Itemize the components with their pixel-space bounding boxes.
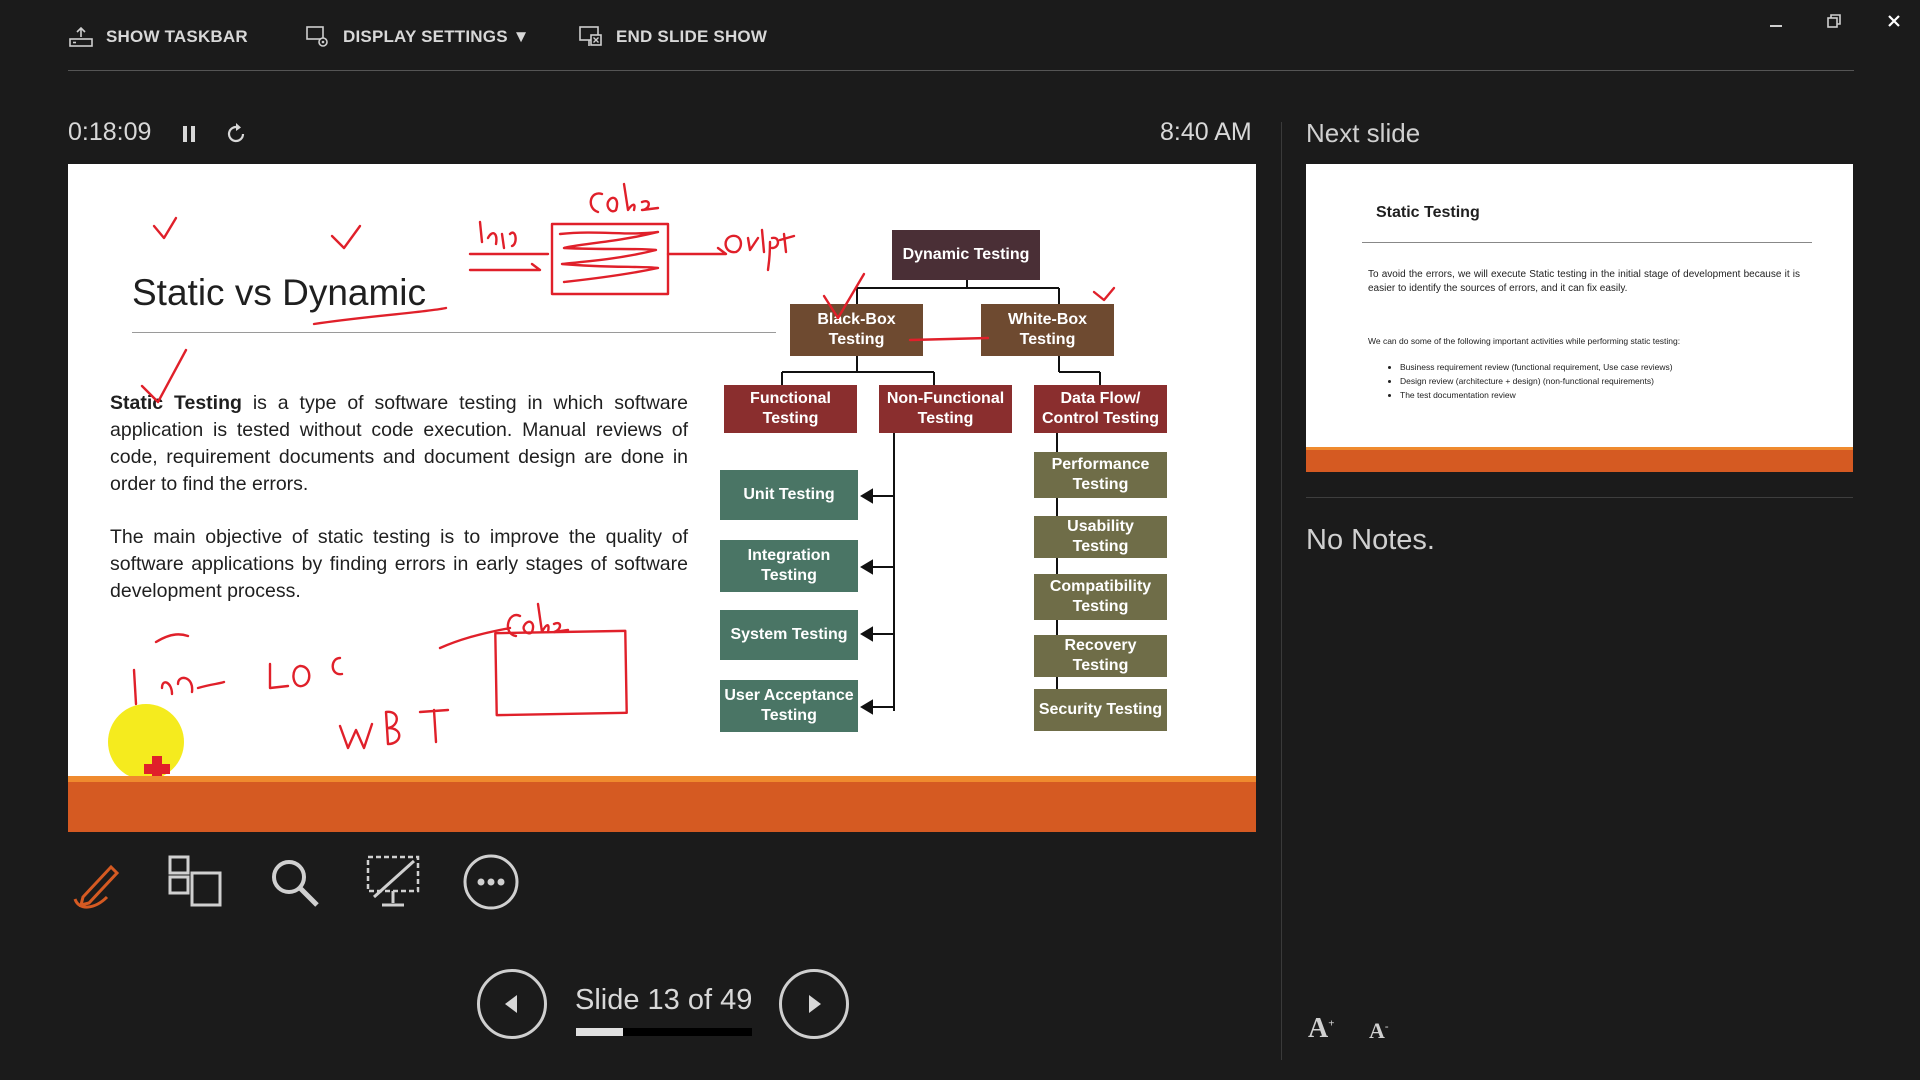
non-functional-testing-box: Non-Functional Testing (879, 385, 1012, 433)
font-decrease-icon: A- (1369, 1018, 1389, 1043)
slide-progress-fill (576, 1028, 623, 1036)
slide-counter[interactable]: Slide 13 of 49 (575, 984, 752, 1017)
show-taskbar-button[interactable]: SHOW TASKBAR (68, 22, 248, 52)
pen-icon (73, 864, 120, 909)
screen-off-icon (366, 855, 420, 907)
restore-icon (1827, 14, 1841, 28)
see-all-slides-button[interactable] (165, 852, 225, 912)
list-item: Business requirement review (functional … (1400, 360, 1673, 374)
zoom-button[interactable] (264, 852, 324, 912)
toolbar-divider (68, 70, 1854, 71)
magnifier-icon (272, 860, 319, 907)
speaker-notes: No Notes. (1306, 524, 1435, 556)
restore-button[interactable] (1816, 8, 1852, 34)
code-bottom-handwriting (438, 602, 570, 650)
next-slide-title: Static Testing (1376, 204, 1480, 221)
display-settings-icon (306, 26, 328, 47)
code-top-handwriting (589, 182, 660, 214)
taskbar-icon (69, 26, 93, 47)
laser-pointer (108, 704, 184, 782)
font-increase-icon: A+ (1308, 1013, 1335, 1044)
close-icon (1888, 15, 1900, 27)
data-flow-testing-box: Data Flow/ Control Testing (1034, 385, 1167, 433)
input-handwriting (478, 220, 517, 250)
functional-testing-box: Functional Testing (724, 385, 857, 433)
slide-paragraph-2: The main objective of static testing is … (110, 526, 688, 602)
integration-testing-box: Integration Testing (720, 540, 858, 592)
more-options-button[interactable] (461, 852, 521, 912)
pen-tool-button[interactable] (68, 852, 128, 912)
code-box-bottom (494, 629, 628, 717)
pause-timer-button[interactable] (175, 120, 203, 148)
increase-font-button[interactable]: A+ (1308, 1013, 1335, 1045)
end-show-icon (579, 26, 602, 46)
minimize-button[interactable] (1758, 8, 1794, 34)
display-settings-label: DISPLAY SETTINGS ▼ (343, 27, 530, 46)
code-scribble (558, 230, 660, 284)
previous-slide-button[interactable] (477, 969, 547, 1039)
recovery-testing-box: Recovery Testing (1034, 635, 1167, 677)
compatibility-testing-box: Compatibility Testing (1034, 574, 1167, 620)
grid-icon (168, 855, 222, 907)
previous-arrow-icon (505, 995, 517, 1013)
slide-paragraph-1: Static Testing is a type of software tes… (110, 390, 688, 498)
unit-testing-box: Unit Testing (720, 470, 858, 520)
diagram-connectors (781, 280, 1101, 717)
next-slide-text-1: To avoid the errors, we will execute Sta… (1368, 269, 1800, 294)
end-slide-show-label: END SLIDE SHOW (616, 27, 768, 46)
code-box-top (550, 222, 670, 296)
security-testing-box: Security Testing (1034, 689, 1167, 731)
notes-divider (1306, 497, 1853, 498)
more-icon (463, 854, 519, 910)
pane-divider (1281, 122, 1282, 1060)
output-arrow (666, 246, 728, 256)
pause-icon (183, 126, 195, 142)
output-handwriting (724, 228, 796, 272)
check-mark (330, 224, 362, 250)
pen-annotations (108, 182, 1116, 782)
next-slide-label: Next slide (1306, 118, 1421, 148)
list-item: Design review (architecture + design) (n… (1400, 374, 1673, 388)
black-screen-button[interactable] (363, 852, 423, 912)
system-testing-box: System Testing (720, 610, 858, 660)
reset-timer-button[interactable] (222, 120, 250, 148)
minimize-icon (1770, 25, 1782, 27)
check-mark (152, 216, 178, 240)
input-arrow (468, 252, 550, 272)
list-item: The test documentation review (1400, 388, 1673, 402)
slide-footer-band (68, 782, 1256, 832)
display-settings-button[interactable]: DISPLAY SETTINGS ▼ (305, 22, 530, 52)
close-button[interactable] (1876, 8, 1912, 34)
wbt-handwriting (338, 708, 450, 750)
usability-testing-box: Usability Testing (1034, 516, 1167, 558)
slide-title: Static vs Dynamic (132, 272, 427, 313)
next-slide-footer-band (1306, 450, 1853, 472)
next-slide-preview[interactable]: Static Testing To avoid the errors, we w… (1306, 164, 1853, 472)
performance-testing-box: Performance Testing (1034, 452, 1167, 498)
white-box-testing-box: White-Box Testing (981, 304, 1114, 356)
next-slide-button[interactable] (779, 969, 849, 1039)
user-acceptance-testing-box: User Acceptance Testing (720, 680, 858, 732)
dynamic-testing-box: Dynamic Testing (892, 230, 1040, 280)
next-slide-text-2: We can do some of the following importan… (1368, 336, 1681, 346)
elapsed-timer: 0:18:09 (68, 118, 152, 146)
black-box-testing-box: Black-Box Testing (790, 304, 923, 356)
check-mark (1092, 286, 1116, 302)
decrease-font-button[interactable]: A- (1369, 1018, 1389, 1044)
loc-handwriting (132, 633, 344, 706)
show-taskbar-label: SHOW TASKBAR (106, 27, 248, 46)
next-slide-rule (1362, 242, 1812, 243)
slide-progress-bar (576, 1028, 752, 1036)
reset-icon (227, 123, 245, 143)
end-slide-show-button[interactable]: END SLIDE SHOW (578, 22, 767, 52)
next-slide-bullets: Business requirement review (functional … (1386, 360, 1673, 402)
next-arrow-icon (809, 995, 821, 1013)
presenter-toolbar: SHOW TASKBAR DISPLAY SETTINGS ▼ END SLID… (0, 0, 1920, 72)
para1-bold: Static Testing (110, 392, 242, 414)
clock: 8:40 AM (1160, 118, 1252, 146)
current-slide[interactable]: Static vs Dynamic Static Testing is a ty… (68, 164, 1256, 832)
slide-title-rule (132, 332, 776, 333)
